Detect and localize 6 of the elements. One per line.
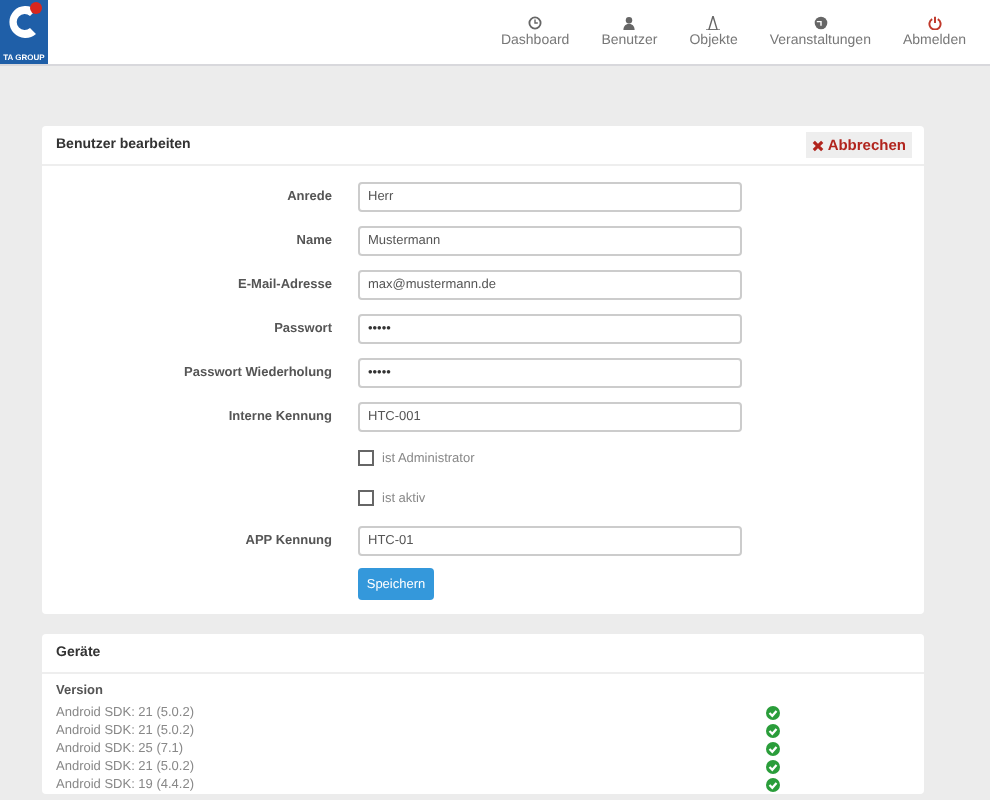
close-icon xyxy=(811,139,824,151)
user-icon xyxy=(622,16,637,30)
clock-icon xyxy=(528,16,543,30)
checkbox[interactable] xyxy=(358,490,374,506)
checkbox[interactable] xyxy=(358,450,374,466)
power-icon xyxy=(927,16,942,30)
